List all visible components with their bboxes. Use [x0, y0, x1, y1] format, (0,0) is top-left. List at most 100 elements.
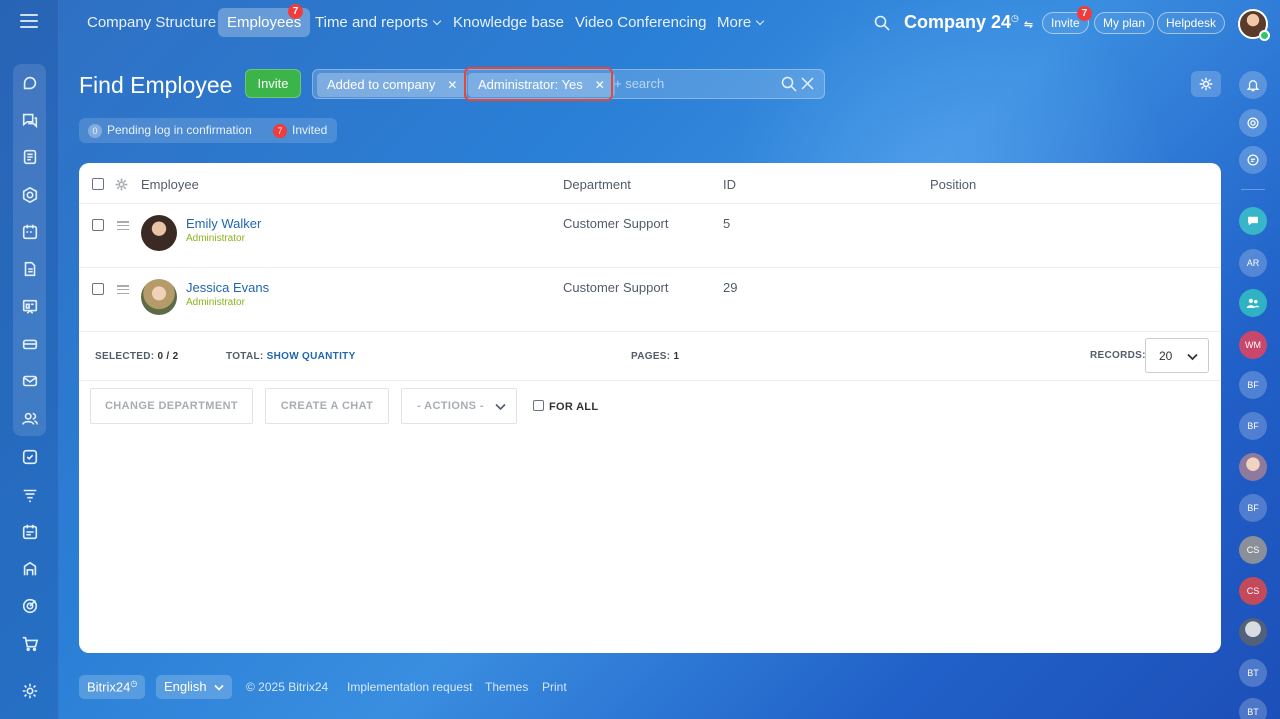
bell-icon[interactable] [1239, 71, 1267, 99]
filter-chip-added-to-company[interactable]: Added to company ✕ [317, 73, 468, 97]
avatar[interactable] [141, 215, 177, 251]
for-all-checkbox[interactable] [533, 400, 544, 411]
nav-more-label: More [717, 14, 752, 31]
divider [79, 203, 1221, 204]
document-icon[interactable] [19, 146, 41, 168]
employee-name-link[interactable]: Jessica Evans [186, 280, 269, 295]
divider [79, 267, 1221, 268]
mail-icon[interactable] [19, 370, 41, 392]
search-input[interactable]: + search [614, 76, 664, 91]
contact-avatar[interactable]: AR [1239, 249, 1267, 277]
gear-icon[interactable] [115, 178, 128, 191]
nav-more[interactable]: More [717, 14, 765, 31]
schedule-icon[interactable] [19, 521, 41, 543]
company-logo[interactable]: Company 24◷ ⇋ [904, 12, 1033, 33]
pages-info: PAGES: 1 [631, 351, 679, 362]
contact-avatar[interactable]: BF [1239, 412, 1267, 440]
language-select[interactable]: English [156, 675, 233, 699]
contact-avatar[interactable] [1239, 618, 1267, 646]
feed-icon[interactable] [19, 72, 41, 94]
contact-avatar[interactable]: CS [1239, 536, 1267, 564]
chat-icon[interactable] [19, 109, 41, 131]
cart-icon[interactable] [19, 633, 41, 655]
records-select[interactable]: 20 [1145, 338, 1209, 373]
search-icon[interactable] [874, 15, 890, 31]
chevron-down-icon [1187, 353, 1198, 361]
selected-count: SELECTED: 0 / 2 [95, 351, 178, 362]
themes-link[interactable]: Themes [485, 680, 528, 694]
for-all-label[interactable]: FOR ALL [549, 401, 598, 413]
messages-icon[interactable] [1239, 207, 1267, 235]
language-label: English [164, 679, 207, 694]
select-all-checkbox[interactable] [92, 178, 104, 190]
row-checkbox[interactable] [92, 283, 104, 295]
bitrix24-brand[interactable]: Bitrix24◷ [79, 675, 146, 699]
company-name: Company 24 [904, 12, 1012, 32]
employee-name-link[interactable]: Emily Walker [186, 216, 261, 231]
employees-badge: 7 [288, 4, 303, 19]
calendar-icon[interactable] [19, 221, 41, 243]
print-link[interactable]: Print [542, 680, 567, 694]
search-icon[interactable] [781, 76, 797, 92]
hexagon-icon[interactable] [19, 184, 41, 206]
contact-avatar[interactable]: CS [1239, 577, 1267, 605]
column-id[interactable]: ID [723, 177, 736, 192]
avatar[interactable] [141, 279, 177, 315]
menu-icon[interactable] [20, 14, 38, 30]
contact-avatar[interactable]: BF [1239, 494, 1267, 522]
divider [79, 380, 1221, 381]
file-icon[interactable] [19, 258, 41, 280]
show-quantity-link[interactable]: SHOW QUANTITY [267, 351, 356, 362]
chevron-down-icon [755, 16, 765, 26]
board-icon[interactable] [19, 296, 41, 318]
create-chat-button[interactable]: CREATE A CHAT [265, 388, 389, 424]
contact-avatar[interactable]: WM [1239, 331, 1267, 359]
change-department-button[interactable]: CHANGE DEPARTMENT [90, 388, 253, 424]
drag-handle-icon[interactable] [117, 221, 129, 231]
settings-gear-icon[interactable] [19, 680, 41, 702]
store-icon[interactable] [19, 558, 41, 580]
pages-value[interactable]: 1 [674, 351, 680, 362]
my-plan-button[interactable]: My plan [1094, 12, 1155, 34]
clock-icon: ◷ [1011, 13, 1019, 23]
group-chat-icon[interactable] [1239, 289, 1267, 317]
contact-avatar[interactable]: BT [1239, 698, 1267, 719]
nav-video-conferencing[interactable]: Video Conferencing [575, 14, 706, 31]
copilot-icon[interactable] [1239, 109, 1267, 137]
helpdesk-button[interactable]: Helpdesk [1157, 12, 1226, 34]
implementation-request-link[interactable]: Implementation request [347, 680, 472, 694]
users-icon[interactable] [19, 408, 41, 430]
user-avatar[interactable] [1238, 9, 1270, 41]
counter-invited[interactable]: 7 Invited [273, 123, 327, 138]
sliders-icon: ⇋ [1023, 19, 1034, 31]
contact-avatar[interactable] [1239, 453, 1267, 481]
filter-funnel-icon[interactable] [19, 484, 41, 506]
close-icon[interactable]: ✕ [447, 78, 457, 92]
drag-handle-icon[interactable] [117, 285, 129, 295]
nav-time-and-reports[interactable]: Time and reports [315, 14, 442, 31]
copyright-text: © 2025 Bitrix24 [246, 680, 329, 694]
actions-select[interactable]: - ACTIONS - [401, 388, 517, 424]
chip-label: Added to company [327, 77, 436, 92]
invite-button[interactable]: Invite [245, 69, 301, 98]
counters-bar: 0 Pending log in confirmation 7 Invited [79, 118, 337, 143]
counter-value: 0 [88, 124, 102, 138]
total-label: TOTAL: [226, 351, 264, 362]
column-position[interactable]: Position [930, 177, 976, 192]
nav-knowledge-base[interactable]: Knowledge base [453, 14, 564, 31]
card-icon[interactable] [19, 333, 41, 355]
page-settings-button[interactable] [1191, 71, 1221, 97]
contact-avatar[interactable]: BT [1239, 659, 1267, 687]
row-checkbox[interactable] [92, 219, 104, 231]
chevron-down-icon [495, 403, 506, 411]
target-icon[interactable] [19, 595, 41, 617]
column-employee[interactable]: Employee [141, 177, 199, 192]
department-cell: Customer Support [563, 280, 669, 295]
clear-icon[interactable] [801, 77, 814, 90]
nav-company-structure[interactable]: Company Structure [87, 14, 216, 31]
column-department[interactable]: Department [563, 177, 631, 192]
tasks-icon[interactable] [19, 446, 41, 468]
search-chat-icon[interactable] [1239, 146, 1267, 174]
contact-avatar[interactable]: BF [1239, 371, 1267, 399]
counter-pending[interactable]: 0 Pending log in confirmation [88, 123, 252, 138]
